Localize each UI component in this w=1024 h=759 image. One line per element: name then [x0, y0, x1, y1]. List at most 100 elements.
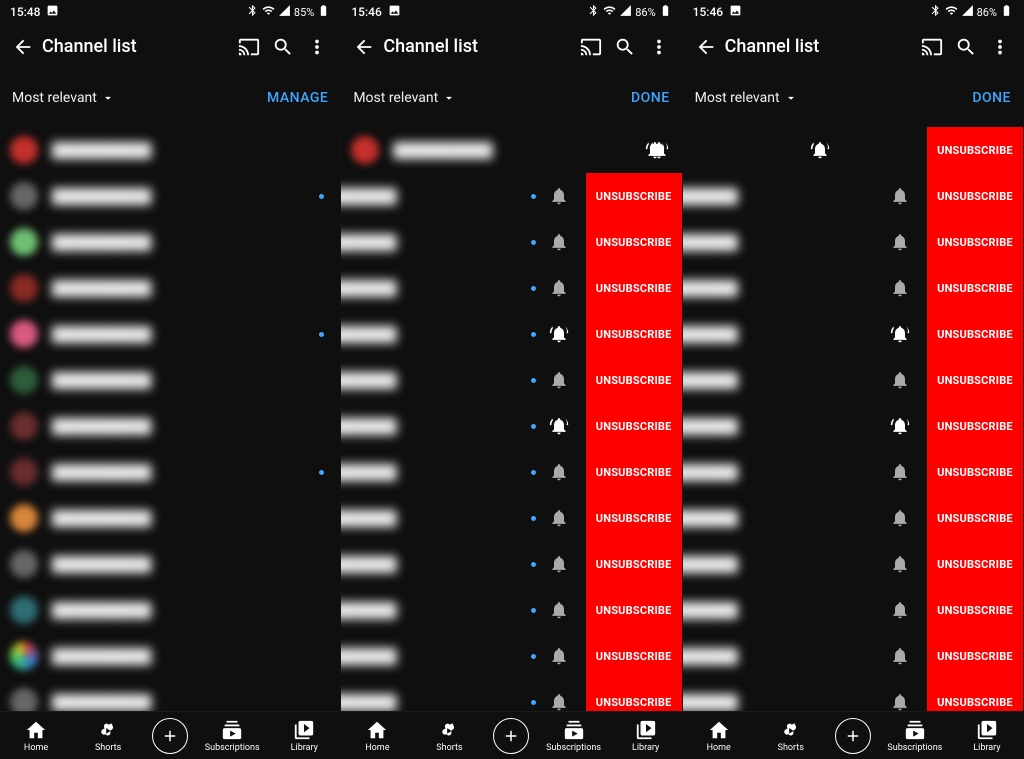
channel-row[interactable]: ██████████ [0, 449, 340, 495]
nav-create[interactable] [152, 718, 188, 754]
channel-list[interactable]: ████████████████████UNSUBSCRIBE█████████… [341, 127, 681, 711]
unsubscribe-button[interactable]: UNSUBSCRIBE [927, 173, 1023, 219]
channel-row[interactable]: ██████████UNSUBSCRIBE [341, 219, 681, 265]
nav-home[interactable]: Home [691, 719, 747, 753]
bell-icon[interactable] [542, 600, 576, 620]
channel-row[interactable]: ██████████UNSUBSCRIBE [341, 587, 681, 633]
bell-icon[interactable] [542, 554, 576, 574]
bell-icon[interactable] [883, 692, 917, 711]
unsubscribe-button[interactable]: UNSUBSCRIBE [927, 403, 1023, 449]
unsubscribe-button[interactable]: UNSUBSCRIBE [586, 633, 682, 679]
back-button[interactable] [6, 30, 40, 64]
channel-row[interactable]: ██████████UNSUBSCRIBE [341, 495, 681, 541]
unsubscribe-button[interactable]: UNSUBSCRIBE [586, 403, 682, 449]
unsubscribe-button[interactable]: UNSUBSCRIBE [927, 587, 1023, 633]
channel-row[interactable]: ██████████ [0, 265, 340, 311]
bell-icon[interactable] [883, 370, 917, 390]
channel-row[interactable]: ██████████ [0, 633, 340, 679]
channel-row[interactable]: ██████████UNSUBSCRIBE [341, 403, 681, 449]
bell-icon[interactable] [542, 232, 576, 252]
bell-icon[interactable] [542, 278, 576, 298]
channel-row[interactable]: ██████████UNSUBSCRIBE [683, 449, 1023, 495]
bell-icon[interactable] [542, 692, 576, 711]
channel-row[interactable]: ██████████ [0, 219, 340, 265]
search-button[interactable] [266, 30, 300, 64]
sort-dropdown[interactable]: Most relevant [12, 90, 115, 106]
bell-active-icon[interactable] [542, 324, 576, 344]
unsubscribe-button[interactable]: UNSUBSCRIBE [927, 495, 1023, 541]
unsubscribe-button[interactable]: UNSUBSCRIBE [927, 357, 1023, 403]
unsubscribe-button[interactable]: UNSUBSCRIBE [586, 587, 682, 633]
bell-icon[interactable] [883, 186, 917, 206]
channel-row[interactable]: ██████████UNSUBSCRIBE [341, 311, 681, 357]
channel-row[interactable]: ██████████ [341, 127, 681, 173]
channel-row[interactable]: ██████████UNSUBSCRIBE [683, 541, 1023, 587]
back-button[interactable] [347, 30, 381, 64]
channel-row[interactable]: ██████████ [0, 403, 340, 449]
channel-list[interactable]: ues BrownleeUNSUBSCRIBE██████████UNSUBSC… [683, 127, 1023, 711]
unsubscribe-button[interactable]: UNSUBSCRIBE [586, 311, 682, 357]
bell-icon[interactable] [883, 600, 917, 620]
cast-button[interactable] [915, 30, 949, 64]
more-button[interactable] [642, 30, 676, 64]
unsubscribe-button[interactable]: UNSUBSCRIBE [927, 219, 1023, 265]
channel-row[interactable]: ██████████UNSUBSCRIBE [683, 633, 1023, 679]
nav-subscriptions[interactable]: Subscriptions [204, 719, 260, 753]
sort-dropdown[interactable]: Most relevant [353, 90, 456, 106]
channel-row[interactable]: ██████████UNSUBSCRIBE [683, 357, 1023, 403]
unsubscribe-button[interactable]: UNSUBSCRIBE [586, 265, 682, 311]
bell-icon[interactable] [883, 646, 917, 666]
back-button[interactable] [689, 30, 723, 64]
bell-icon[interactable] [542, 508, 576, 528]
bell-active-icon[interactable] [883, 324, 917, 344]
bell-active-icon[interactable] [542, 416, 576, 436]
unsubscribe-button[interactable]: UNSUBSCRIBE [586, 357, 682, 403]
bell-active-icon[interactable] [642, 140, 676, 160]
nav-shorts[interactable]: Shorts [421, 719, 477, 753]
done-button[interactable]: DONE [972, 90, 1011, 106]
bell-icon[interactable] [883, 278, 917, 298]
unsubscribe-button[interactable]: UNSUBSCRIBE [927, 127, 1023, 173]
nav-create[interactable] [835, 718, 871, 754]
bell-icon[interactable] [883, 508, 917, 528]
unsubscribe-button[interactable]: UNSUBSCRIBE [927, 265, 1023, 311]
bell-icon[interactable] [883, 554, 917, 574]
cast-button[interactable] [574, 30, 608, 64]
channel-row[interactable]: ██████████UNSUBSCRIBE [683, 265, 1023, 311]
more-button[interactable] [300, 30, 334, 64]
channel-row[interactable]: ██████████UNSUBSCRIBE [341, 357, 681, 403]
unsubscribe-button[interactable]: UNSUBSCRIBE [586, 173, 682, 219]
unsubscribe-button[interactable]: UNSUBSCRIBE [586, 495, 682, 541]
bell-icon[interactable] [883, 462, 917, 482]
nav-library[interactable]: Library [276, 719, 332, 753]
nav-home[interactable]: Home [349, 719, 405, 753]
channel-row[interactable]: ██████████UNSUBSCRIBE [683, 173, 1023, 219]
channel-row[interactable]: ██████████UNSUBSCRIBE [341, 173, 681, 219]
nav-library[interactable]: Library [959, 719, 1015, 753]
bell-icon[interactable] [542, 646, 576, 666]
channel-row[interactable]: ██████████UNSUBSCRIBE [341, 633, 681, 679]
more-button[interactable] [983, 30, 1017, 64]
unsubscribe-button[interactable]: UNSUBSCRIBE [586, 449, 682, 495]
channel-row[interactable]: ues BrownleeUNSUBSCRIBE [683, 127, 1023, 173]
channel-row[interactable]: ██████████ [0, 357, 340, 403]
nav-library[interactable]: Library [618, 719, 674, 753]
bell-icon[interactable] [542, 370, 576, 390]
nav-shorts[interactable]: Shorts [763, 719, 819, 753]
bell-active-icon[interactable] [803, 140, 837, 160]
channel-row[interactable]: ██████████UNSUBSCRIBE [341, 541, 681, 587]
channel-row[interactable]: ██████████ [0, 587, 340, 633]
channel-row[interactable]: ██████████ [0, 495, 340, 541]
channel-row[interactable]: ██████████ [0, 679, 340, 711]
channel-row[interactable]: ██████████UNSUBSCRIBE [683, 495, 1023, 541]
nav-subscriptions[interactable]: Subscriptions [887, 719, 943, 753]
manage-button[interactable]: MANAGE [267, 90, 328, 106]
bell-icon[interactable] [542, 186, 576, 206]
bell-icon[interactable] [883, 232, 917, 252]
channel-row[interactable]: ██████████ [0, 541, 340, 587]
channel-row[interactable]: ██████████ [0, 173, 340, 219]
unsubscribe-button[interactable]: UNSUBSCRIBE [927, 633, 1023, 679]
unsubscribe-button[interactable]: UNSUBSCRIBE [927, 311, 1023, 357]
unsubscribe-button[interactable]: UNSUBSCRIBE [927, 541, 1023, 587]
unsubscribe-button[interactable]: UNSUBSCRIBE [927, 679, 1023, 711]
